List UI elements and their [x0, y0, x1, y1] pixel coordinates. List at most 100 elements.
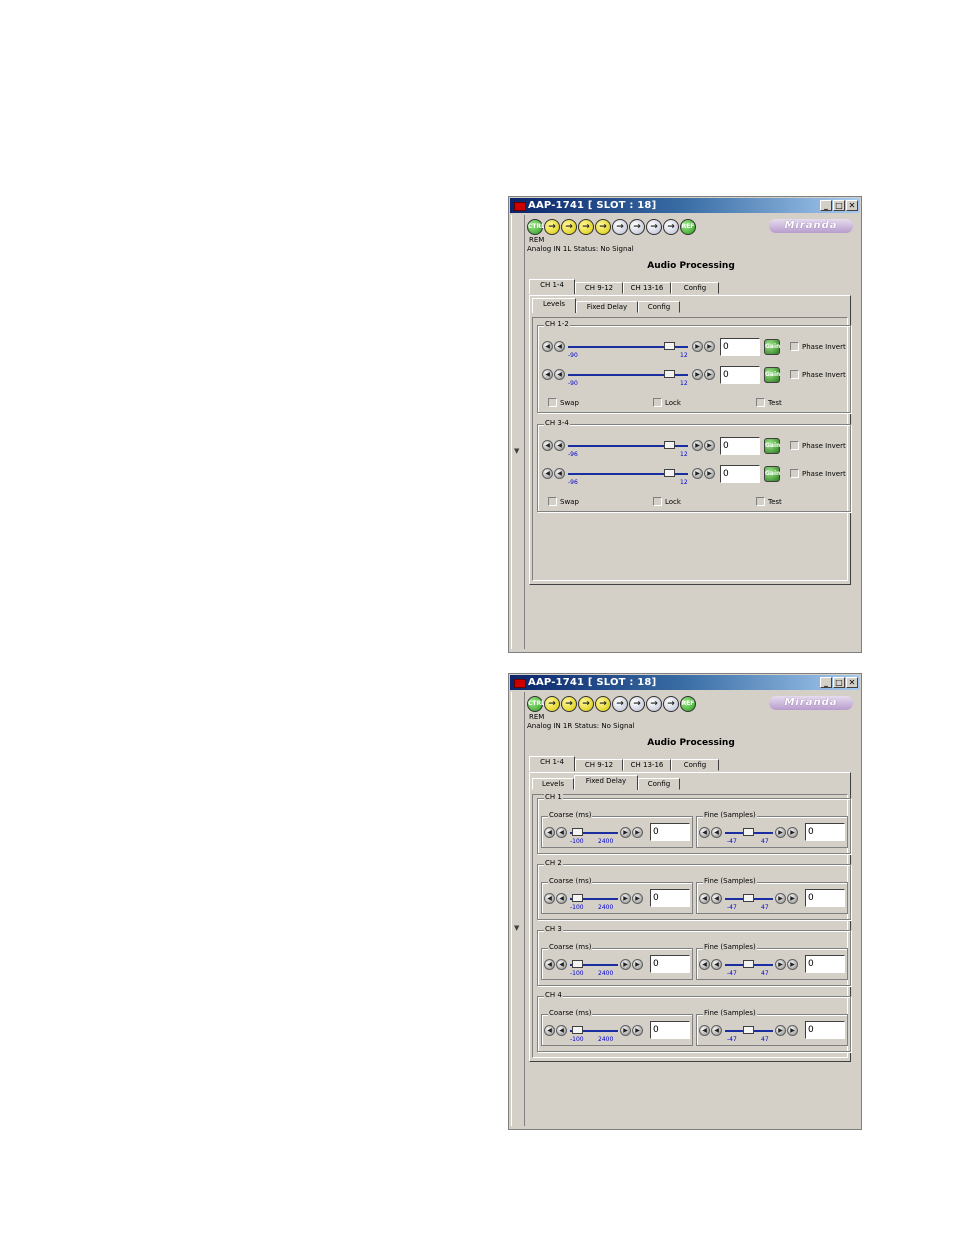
checkbox-box[interactable]	[653, 497, 662, 506]
fast-increase-button[interactable]: ▶	[787, 893, 798, 904]
slider-thumb[interactable]	[664, 441, 675, 449]
decrease-button[interactable]: ◀	[711, 827, 722, 838]
coarse-value-field[interactable]: 0	[650, 955, 690, 973]
checkbox-box[interactable]	[756, 497, 765, 506]
slider-thumb[interactable]	[572, 1026, 583, 1034]
tab-levels[interactable]: Levels	[532, 298, 576, 313]
slider-thumb[interactable]	[664, 342, 675, 350]
level-slider[interactable]: ◀ ◀ -90 12 ▶ ▶	[542, 368, 718, 387]
input-4-arrow-icon[interactable]: →	[595, 219, 611, 235]
input-2-arrow-icon[interactable]: →	[561, 219, 577, 235]
decrease-button[interactable]: ◀	[554, 440, 565, 451]
slider-track[interactable]	[725, 1026, 773, 1034]
fine-value-field[interactable]: 0	[805, 823, 845, 841]
level-slider[interactable]: ◀ ◀ -96 12 ▶ ▶	[542, 467, 718, 486]
slider-track[interactable]	[570, 1026, 618, 1034]
output-2-arrow-icon[interactable]: →	[629, 696, 645, 712]
decrease-button[interactable]: ◀	[554, 468, 565, 479]
coarse-slider[interactable]: ◀ ◀ -100 2400 ▶ ▶	[544, 958, 650, 977]
checkbox-box[interactable]	[548, 497, 557, 506]
fast-decrease-button[interactable]: ◀	[544, 959, 555, 970]
title-bar[interactable]: AAP-1741 [ SLOT : 18] _ □ ✕	[510, 198, 860, 213]
slider-track[interactable]	[725, 960, 773, 968]
increase-button[interactable]: ▶	[775, 959, 786, 970]
ref-led[interactable]: REF	[680, 219, 696, 235]
fast-increase-button[interactable]: ▶	[632, 827, 643, 838]
gain-button[interactable]: Gain	[764, 339, 780, 355]
coarse-slider[interactable]: ◀ ◀ -100 2400 ▶ ▶	[544, 892, 650, 911]
fine-value-field[interactable]: 0	[805, 1021, 845, 1039]
slider-thumb[interactable]	[743, 828, 754, 836]
fast-increase-button[interactable]: ▶	[787, 1025, 798, 1036]
gain-button[interactable]: Gain	[764, 438, 780, 454]
output-4-arrow-icon[interactable]: →	[663, 696, 679, 712]
title-bar[interactable]: AAP-1741 [ SLOT : 18] _ □ ✕	[510, 675, 860, 690]
gain-button[interactable]: Gain	[764, 466, 780, 482]
fast-decrease-button[interactable]: ◀	[544, 893, 555, 904]
decrease-button[interactable]: ◀	[556, 959, 567, 970]
output-1-arrow-icon[interactable]: →	[612, 696, 628, 712]
collapse-strip[interactable]: ▼	[511, 215, 525, 649]
minimize-button[interactable]: _	[820, 677, 832, 688]
ctrl-led[interactable]: CTRL	[527, 696, 545, 712]
decrease-button[interactable]: ◀	[556, 893, 567, 904]
slider-track[interactable]	[570, 828, 618, 836]
checkbox-box[interactable]	[790, 342, 799, 351]
fast-increase-button[interactable]: ▶	[632, 893, 643, 904]
fine-value-field[interactable]: 0	[805, 955, 845, 973]
increase-button[interactable]: ▶	[692, 468, 703, 479]
tab-ch-1-4[interactable]: CH 1-4	[529, 279, 575, 294]
tab-config[interactable]: Config	[671, 282, 719, 294]
increase-button[interactable]: ▶	[692, 369, 703, 380]
input-3-arrow-icon[interactable]: →	[578, 219, 594, 235]
level-value-field[interactable]: 0	[720, 465, 760, 483]
slider-thumb[interactable]	[743, 894, 754, 902]
slider-track[interactable]	[568, 342, 688, 350]
fine-slider[interactable]: ◀ ◀ -47 47 ▶ ▶	[699, 1024, 805, 1043]
decrease-button[interactable]: ◀	[556, 827, 567, 838]
fast-increase-button[interactable]: ▶	[704, 468, 715, 479]
increase-button[interactable]: ▶	[620, 893, 631, 904]
close-button[interactable]: ✕	[846, 677, 858, 688]
checkbox-box[interactable]	[790, 441, 799, 450]
slider-thumb[interactable]	[572, 960, 583, 968]
ref-led[interactable]: REF	[680, 696, 696, 712]
fast-increase-button[interactable]: ▶	[632, 959, 643, 970]
input-1-arrow-icon[interactable]: →	[544, 219, 560, 235]
increase-button[interactable]: ▶	[620, 827, 631, 838]
input-2-arrow-icon[interactable]: →	[561, 696, 577, 712]
slider-thumb[interactable]	[743, 1026, 754, 1034]
fast-decrease-button[interactable]: ◀	[699, 1025, 710, 1036]
chevron-down-icon[interactable]: ▼	[514, 924, 519, 932]
increase-button[interactable]: ▶	[775, 893, 786, 904]
ctrl-led[interactable]: CTRL	[527, 219, 545, 235]
fast-increase-button[interactable]: ▶	[704, 341, 715, 352]
slider-track[interactable]	[568, 441, 688, 449]
tab-ch-13-16[interactable]: CH 13-16	[623, 282, 671, 294]
slider-track[interactable]	[568, 469, 688, 477]
slider-track[interactable]	[570, 894, 618, 902]
fast-increase-button[interactable]: ▶	[787, 959, 798, 970]
slider-track[interactable]	[725, 828, 773, 836]
tab-config-sub[interactable]: Config	[638, 778, 680, 790]
decrease-button[interactable]: ◀	[711, 1025, 722, 1036]
decrease-button[interactable]: ◀	[554, 369, 565, 380]
tab-ch-1-4[interactable]: CH 1-4	[529, 756, 575, 771]
level-value-field[interactable]: 0	[720, 338, 760, 356]
decrease-button[interactable]: ◀	[711, 893, 722, 904]
checkbox-box[interactable]	[790, 469, 799, 478]
fine-value-field[interactable]: 0	[805, 889, 845, 907]
decrease-button[interactable]: ◀	[554, 341, 565, 352]
maximize-button[interactable]: □	[833, 677, 845, 688]
fast-decrease-button[interactable]: ◀	[544, 827, 555, 838]
fast-decrease-button[interactable]: ◀	[699, 893, 710, 904]
tab-ch-13-16[interactable]: CH 13-16	[623, 759, 671, 771]
output-3-arrow-icon[interactable]: →	[646, 219, 662, 235]
increase-button[interactable]: ▶	[692, 440, 703, 451]
fine-slider[interactable]: ◀ ◀ -47 47 ▶ ▶	[699, 958, 805, 977]
coarse-value-field[interactable]: 0	[650, 823, 690, 841]
tab-ch-9-12[interactable]: CH 9-12	[575, 282, 623, 294]
close-button[interactable]: ✕	[846, 200, 858, 211]
coarse-slider[interactable]: ◀ ◀ -100 2400 ▶ ▶	[544, 1024, 650, 1043]
increase-button[interactable]: ▶	[620, 959, 631, 970]
